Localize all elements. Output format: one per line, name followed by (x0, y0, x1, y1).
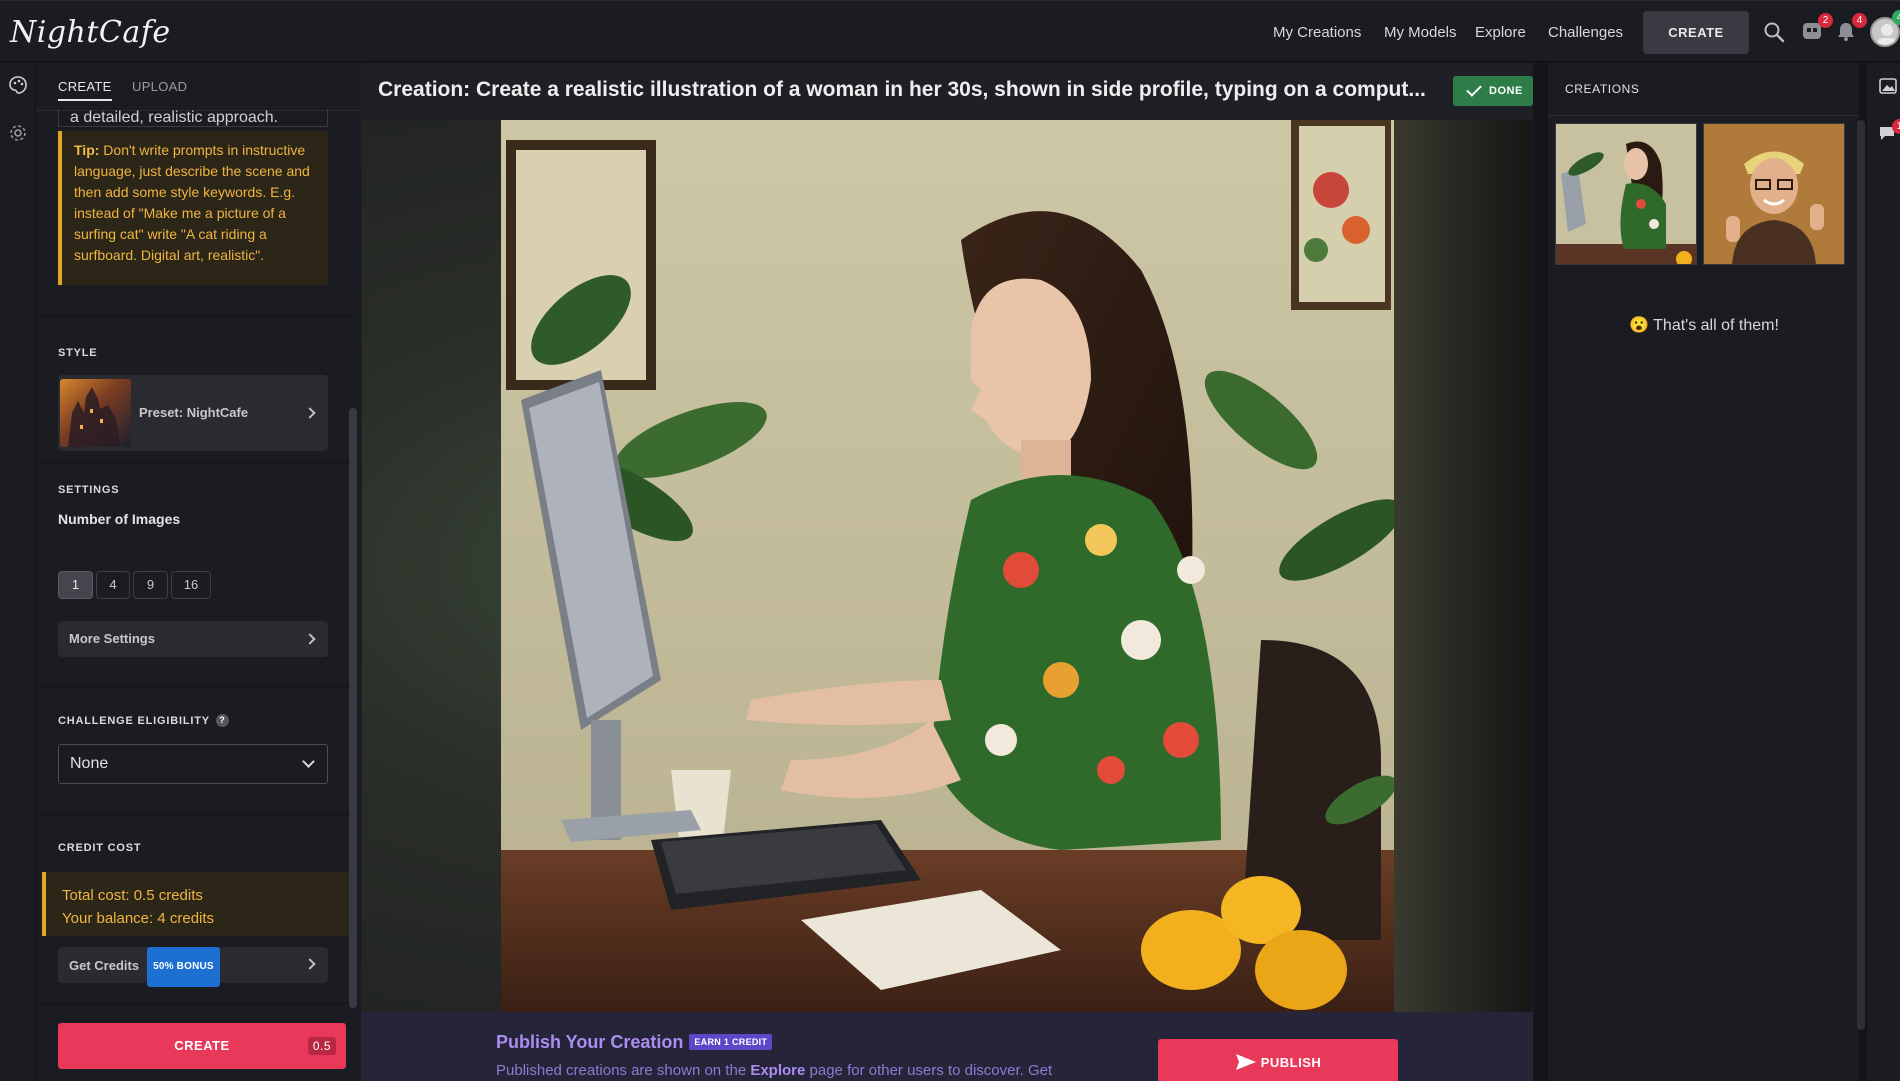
challenge-eligibility-value: None (70, 755, 109, 772)
num-images-4[interactable]: 4 (96, 571, 130, 599)
publish-text-pre: Published creations are shown on the (496, 1062, 751, 1079)
get-credits-label: Get Credits (69, 958, 140, 973)
divider (42, 315, 355, 316)
nav-my-creations[interactable]: My Creations (1273, 24, 1361, 41)
prompt-tip: Tip: Don't write prompts in instructive … (58, 131, 328, 285)
challenge-eligibility-label: CHALLENGE ELIGIBILITY (58, 715, 210, 727)
palette-icon[interactable] (8, 75, 28, 95)
creation-thumbnail[interactable] (1555, 123, 1697, 265)
help-icon[interactable]: ? (215, 714, 229, 727)
chat-icon[interactable]: 1 (1877, 119, 1900, 148)
panel-tabs: CREATE UPLOAD (36, 63, 361, 111)
chevron-right-icon (304, 958, 316, 970)
style-preset-label: Preset: NightCafe (139, 405, 249, 420)
send-icon (1235, 1054, 1256, 1070)
creations-scrollbar[interactable] (1857, 120, 1865, 1030)
creation-thumbnail[interactable] (1703, 123, 1845, 265)
chevron-right-icon (304, 407, 316, 419)
tab-create[interactable]: CREATE (58, 79, 112, 101)
nav-my-models[interactable]: My Models (1384, 24, 1457, 41)
done-label: DONE (1489, 85, 1523, 97)
notifications-badge: 4 (1852, 13, 1867, 28)
check-icon (1466, 81, 1482, 97)
viewer-backdrop (1392, 120, 1532, 1012)
bonus-badge: 50% BONUS (147, 947, 220, 987)
header-create-button[interactable]: CREATE (1643, 11, 1749, 54)
publish-title-text: Publish Your Creation (496, 1032, 684, 1052)
more-settings-button[interactable]: More Settings (58, 621, 328, 657)
chevron-down-icon (302, 755, 315, 768)
creations-title: CREATIONS (1565, 82, 1640, 96)
divider (1548, 115, 1860, 116)
total-cost: Total cost: 0.5 credits (62, 887, 203, 904)
create-cost-pill: 0.5 (307, 1037, 336, 1055)
nightcafe-logo[interactable]: NightCafe (10, 15, 171, 50)
number-of-images-label: Number of Images (58, 511, 181, 527)
challenge-eligibility-title: CHALLENGE ELIGIBILITY? (58, 714, 229, 727)
get-credits-button[interactable]: Get Credits 50% BONUS (58, 947, 328, 987)
tab-upload[interactable]: UPLOAD (132, 79, 187, 94)
publish-bar: Publish Your Creation EARN 1 CREDIT Publi… (361, 1012, 1533, 1081)
creation-view: Creation: Create a realistic illustratio… (361, 63, 1533, 1081)
end-of-list-message: 😮 That's all of them! (1629, 317, 1779, 334)
publish-description: Published creations are shown on the Exp… (496, 1062, 1052, 1079)
left-panel-scrollbar[interactable] (349, 408, 357, 1008)
bell-icon[interactable]: 4 (1835, 13, 1867, 44)
create-panel: CREATE UPLOAD a detailed, realistic appr… (36, 63, 361, 1081)
balance: Your balance: 4 credits (62, 910, 215, 927)
publish-button[interactable]: PUBLISH (1158, 1039, 1398, 1081)
settings-section-title: SETTINGS (58, 484, 120, 496)
nav-explore[interactable]: Explore (1475, 24, 1526, 41)
search-icon[interactable] (1762, 20, 1786, 44)
style-selector[interactable]: Preset: NightCafe (58, 375, 328, 451)
publish-text-post: page for other users to discover. Get (805, 1062, 1053, 1079)
creations-panel: CREATIONS 😮 That's all of them! (1547, 63, 1860, 1081)
avatar-badge: 4 (1892, 10, 1900, 25)
prompt-textarea[interactable]: a detailed, realistic approach. (58, 109, 328, 127)
divider (42, 1003, 355, 1004)
create-button-label: CREATE (174, 1038, 230, 1053)
gear-icon[interactable] (8, 123, 28, 143)
style-preset-thumbnail (60, 379, 131, 447)
image-viewer (362, 120, 1532, 1012)
style-section-title: STYLE (58, 347, 98, 359)
tip-label: Tip: (74, 142, 100, 158)
num-images-9[interactable]: 9 (133, 571, 168, 599)
credit-cost-box: Total cost: 0.5 credits Your balance: 4 … (42, 872, 355, 936)
divider (42, 462, 355, 463)
messages-icon[interactable]: 2 (1801, 13, 1833, 44)
publish-title: Publish Your Creation EARN 1 CREDIT (496, 1032, 773, 1053)
explore-link[interactable]: Explore (750, 1062, 805, 1079)
creation-title: Creation: Create a realistic illustratio… (378, 78, 1426, 101)
num-images-1[interactable]: 1 (58, 571, 93, 599)
divider (42, 814, 355, 815)
num-images-16[interactable]: 16 (171, 571, 211, 599)
chat-badge: 1 (1892, 119, 1900, 134)
divider (42, 686, 355, 687)
nav-challenges[interactable]: Challenges (1548, 24, 1623, 41)
left-icon-strip (0, 63, 36, 1081)
far-right-strip: 1 (1866, 63, 1900, 1081)
publish-label: PUBLISH (1260, 1055, 1322, 1070)
tip-text: Don't write prompts in instructive langu… (74, 142, 310, 263)
chevron-right-icon (304, 633, 316, 645)
earn-credit-badge: EARN 1 CREDIT (689, 1034, 773, 1050)
more-settings-label: More Settings (69, 631, 155, 646)
gallery-icon[interactable] (1878, 76, 1898, 101)
challenge-eligibility-select[interactable]: None (58, 744, 328, 784)
creation-image[interactable] (501, 120, 1394, 1012)
create-button[interactable]: CREATE 0.5 (58, 1023, 346, 1069)
top-bar: NightCafe My Creations My Models Explore… (0, 0, 1900, 62)
credit-cost-title: CREDIT COST (58, 842, 142, 854)
messages-badge: 2 (1818, 13, 1833, 28)
done-status-button[interactable]: DONE (1453, 76, 1533, 106)
